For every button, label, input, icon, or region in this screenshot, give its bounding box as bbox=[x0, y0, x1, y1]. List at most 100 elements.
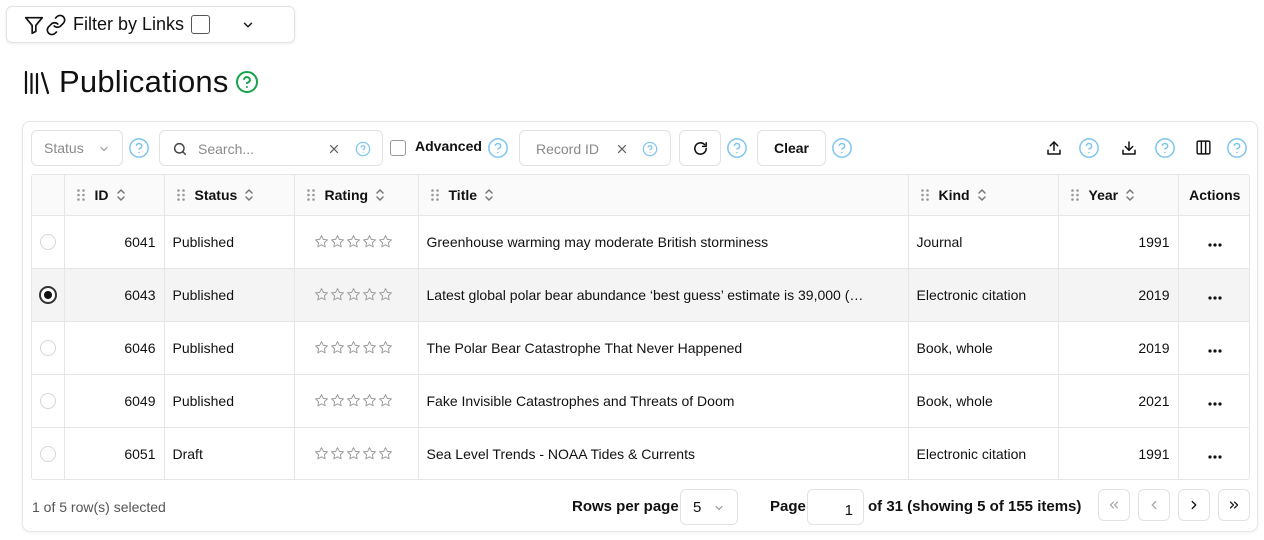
help-icon[interactable] bbox=[726, 137, 748, 159]
star-icon[interactable] bbox=[378, 393, 394, 408]
column-header-rating[interactable]: Rating bbox=[294, 175, 419, 216]
help-icon[interactable] bbox=[1078, 137, 1100, 159]
table-row[interactable]: 6049 Published Fake Invisible Catastrophes… bbox=[32, 374, 1249, 428]
column-header-year[interactable]: Year bbox=[1058, 175, 1179, 216]
table-row[interactable]: 6041 Published Greenhouse warming may mode… bbox=[32, 215, 1249, 269]
drag-handle-icon[interactable] bbox=[920, 188, 929, 201]
star-icon[interactable] bbox=[330, 393, 346, 408]
star-icon[interactable] bbox=[378, 287, 394, 302]
cell-rating bbox=[294, 374, 419, 428]
help-icon[interactable] bbox=[831, 137, 853, 159]
star-icon[interactable] bbox=[314, 340, 330, 355]
column-header-id[interactable]: ID bbox=[64, 175, 165, 216]
advanced-checkbox[interactable] bbox=[390, 140, 406, 156]
star-icon[interactable] bbox=[362, 234, 378, 249]
filter-by-links-checkbox[interactable] bbox=[191, 15, 211, 34]
row-select-radio[interactable] bbox=[39, 233, 56, 250]
more-actions-icon[interactable] bbox=[1208, 295, 1222, 300]
clear-record-id-icon[interactable] bbox=[616, 143, 628, 155]
column-label: Year bbox=[1088, 186, 1119, 203]
sort-icon[interactable] bbox=[484, 188, 494, 202]
help-icon[interactable] bbox=[642, 141, 658, 157]
star-icon[interactable] bbox=[362, 287, 378, 302]
upload-icon[interactable] bbox=[1045, 139, 1063, 157]
last-page-button[interactable] bbox=[1218, 489, 1250, 521]
star-icon[interactable] bbox=[346, 446, 362, 461]
status-filter-select[interactable]: Status bbox=[31, 130, 123, 166]
star-icon[interactable] bbox=[346, 393, 362, 408]
star-icon[interactable] bbox=[314, 234, 330, 249]
sort-icon[interactable] bbox=[244, 188, 254, 202]
row-select-radio[interactable] bbox=[39, 339, 56, 356]
more-actions-icon[interactable] bbox=[1208, 242, 1222, 247]
rating-stars[interactable] bbox=[295, 393, 418, 408]
star-icon[interactable] bbox=[346, 340, 362, 355]
table-row[interactable]: 6043 Published Latest global polar bear ab… bbox=[32, 268, 1249, 322]
rating-stars[interactable] bbox=[295, 287, 418, 302]
help-icon[interactable] bbox=[235, 70, 259, 94]
star-icon[interactable] bbox=[362, 393, 378, 408]
star-icon[interactable] bbox=[346, 234, 362, 249]
help-icon[interactable] bbox=[487, 137, 509, 159]
page-number-input[interactable]: 1 bbox=[807, 489, 864, 525]
column-label: Status bbox=[194, 186, 238, 203]
table-row[interactable]: 6051 Draft Sea Level Trends - NOAA Tides &… bbox=[32, 427, 1249, 479]
rating-stars[interactable] bbox=[295, 446, 418, 461]
drag-handle-icon[interactable] bbox=[176, 188, 185, 201]
column-header-status[interactable]: Status bbox=[164, 175, 295, 216]
more-actions-icon[interactable] bbox=[1208, 455, 1222, 459]
more-actions-icon[interactable] bbox=[1208, 348, 1222, 353]
download-icon[interactable] bbox=[1120, 139, 1138, 157]
star-icon[interactable] bbox=[378, 446, 394, 461]
rating-stars[interactable] bbox=[295, 340, 418, 355]
star-icon[interactable] bbox=[330, 234, 346, 249]
columns-icon[interactable] bbox=[1195, 139, 1212, 156]
filter-by-links-control[interactable]: Filter by Links bbox=[6, 6, 295, 43]
help-icon[interactable] bbox=[1154, 137, 1176, 159]
rows-per-page-select[interactable]: 5 bbox=[680, 489, 738, 525]
drag-handle-icon[interactable] bbox=[76, 188, 85, 201]
drag-handle-icon[interactable] bbox=[1070, 188, 1079, 201]
sort-icon[interactable] bbox=[116, 188, 126, 202]
chevron-down-icon[interactable] bbox=[241, 18, 255, 32]
sort-icon[interactable] bbox=[375, 188, 385, 202]
drag-handle-icon[interactable] bbox=[430, 188, 439, 201]
cell-title: Greenhouse warming may moderate British … bbox=[418, 215, 909, 269]
help-icon[interactable] bbox=[355, 141, 371, 157]
rating-stars[interactable] bbox=[295, 234, 418, 249]
star-icon[interactable] bbox=[314, 287, 330, 302]
table-row[interactable]: 6046 Published The Polar Bear Catastrophe … bbox=[32, 321, 1249, 375]
star-icon[interactable] bbox=[346, 287, 362, 302]
star-icon[interactable] bbox=[330, 287, 346, 302]
more-actions-icon[interactable] bbox=[1208, 401, 1222, 406]
star-icon[interactable] bbox=[330, 340, 346, 355]
previous-page-button[interactable] bbox=[1138, 489, 1170, 521]
column-header-title[interactable]: Title bbox=[418, 175, 909, 216]
row-select-radio[interactable] bbox=[39, 392, 56, 409]
column-header-kind[interactable]: Kind bbox=[908, 175, 1059, 216]
star-icon[interactable] bbox=[330, 446, 346, 461]
help-icon[interactable] bbox=[128, 137, 150, 159]
star-icon[interactable] bbox=[362, 340, 378, 355]
drag-handle-icon[interactable] bbox=[306, 188, 315, 201]
star-icon[interactable] bbox=[314, 393, 330, 408]
search-input[interactable] bbox=[196, 140, 326, 158]
row-select-radio[interactable] bbox=[38, 285, 57, 304]
row-select-cell bbox=[32, 374, 65, 428]
star-icon[interactable] bbox=[378, 340, 394, 355]
star-icon[interactable] bbox=[362, 446, 378, 461]
first-page-button[interactable] bbox=[1098, 489, 1130, 521]
refresh-button[interactable] bbox=[679, 130, 721, 166]
help-icon[interactable] bbox=[1226, 137, 1248, 159]
row-select-radio[interactable] bbox=[39, 445, 56, 462]
next-page-button[interactable] bbox=[1178, 489, 1210, 521]
clear-search-icon[interactable] bbox=[328, 143, 340, 155]
cell-id: 6051 bbox=[64, 427, 165, 479]
star-icon[interactable] bbox=[378, 234, 394, 249]
record-id-input[interactable] bbox=[534, 140, 616, 158]
clear-button[interactable]: Clear bbox=[757, 130, 826, 166]
sort-icon[interactable] bbox=[977, 188, 987, 202]
star-icon[interactable] bbox=[314, 446, 330, 461]
sort-icon[interactable] bbox=[1125, 188, 1135, 202]
cell-actions bbox=[1178, 321, 1249, 375]
